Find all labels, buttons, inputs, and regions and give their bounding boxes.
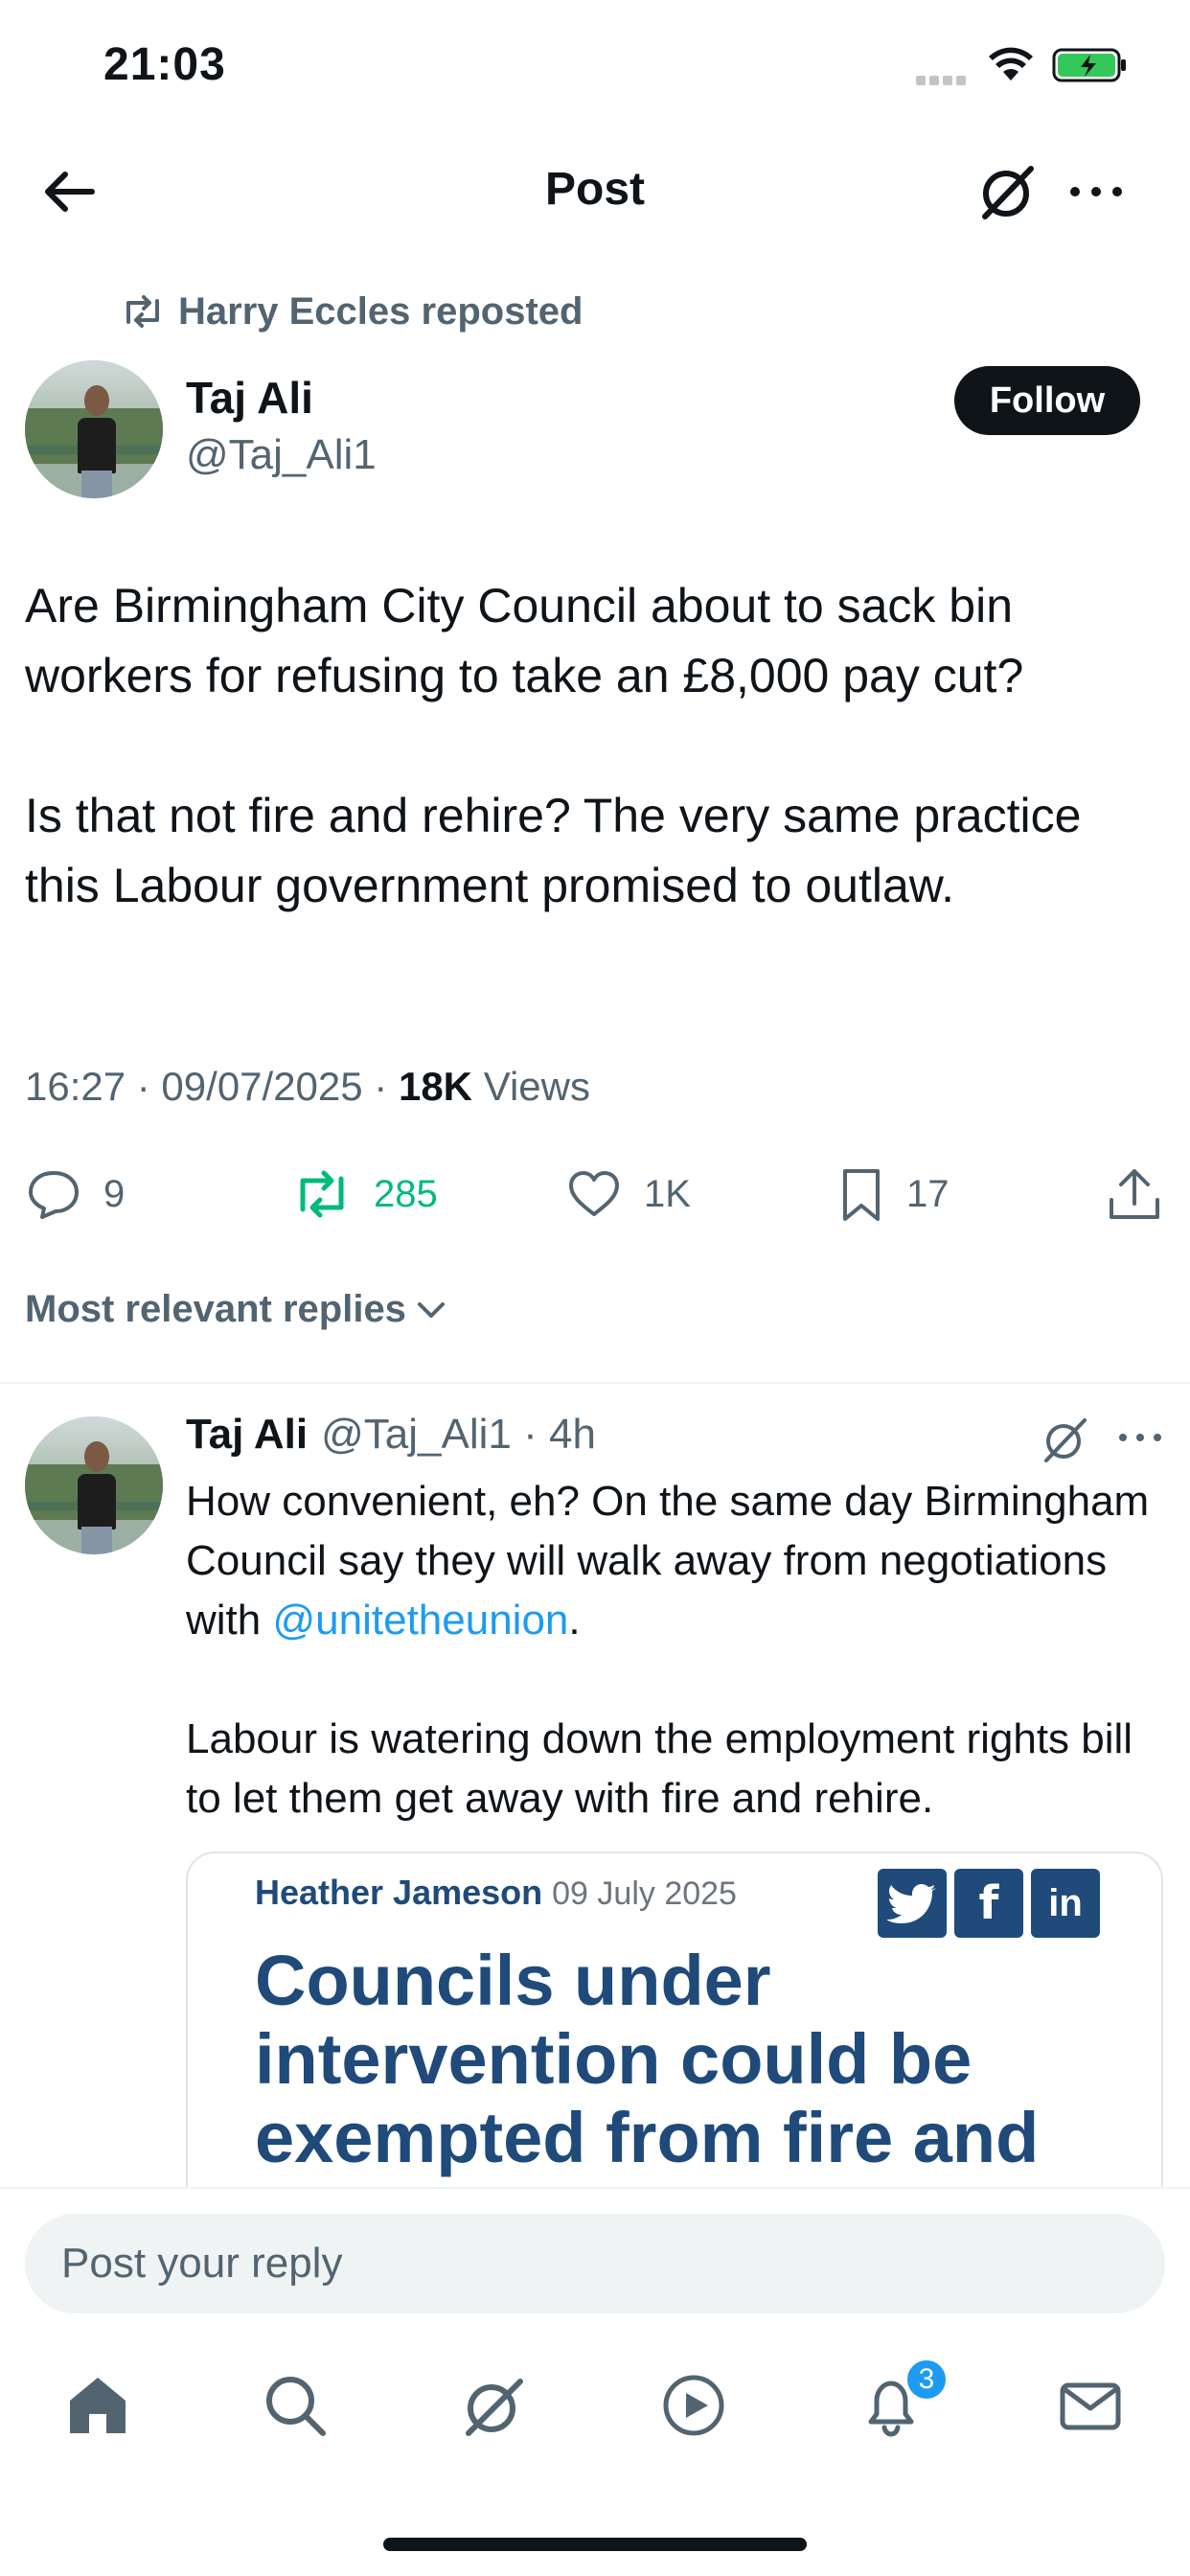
video-play-icon[interactable] [655,2367,732,2444]
reply-paragraph: Labour is watering down the employment r… [186,1715,1133,1822]
bottom-nav: 3 [0,2331,1190,2576]
reply-button[interactable]: 9 [25,1156,125,1232]
heart-icon [569,1171,619,1216]
bookmark-button[interactable]: 17 [837,1156,950,1232]
post-paragraph: Are Birmingham City Council about to sac… [25,579,1024,702]
reply-composer: Post your reply [0,2187,1190,2331]
more-options-icon[interactable] [1064,159,1131,224]
battery-icon [1052,46,1129,84]
grok-icon[interactable] [975,159,1041,224]
card-byline: Heather Jameson 09 July 2025 [255,1873,737,1913]
grok-icon[interactable] [1037,1411,1094,1468]
search-icon[interactable] [257,2367,333,2444]
share-icon [1110,1169,1159,1219]
reply-author-name[interactable]: Taj Ali [186,1411,308,1459]
views-count: 18K [398,1064,473,1109]
sort-replies-dropdown[interactable]: Most relevant replies [25,1288,448,1331]
reply-count: 9 [103,1172,126,1215]
card-date: 09 July 2025 [552,1875,737,1912]
post-timestamp: 16:27 · 09/07/2025 · [25,1064,399,1109]
repost-indicator[interactable]: Harry Eccles reposted [121,288,583,335]
top-bar: Post [0,134,1190,249]
post-text: Are Birmingham City Council about to sac… [25,571,1165,991]
author-name[interactable]: Taj Ali [186,372,313,424]
linkedin-icon: in [1031,1869,1100,1938]
facebook-icon: f [954,1869,1023,1938]
author-handle[interactable]: @Taj_Ali1 [186,431,377,479]
repost-count: 285 [374,1172,438,1215]
reply-text-segment: . [568,1597,581,1644]
like-count: 1K [644,1172,691,1215]
share-button[interactable] [1106,1156,1184,1232]
status-bar: 21:03 [0,0,1190,134]
avatar[interactable] [25,360,163,498]
reply-header: Taj Ali @Taj_Ali1 · 4h [186,1411,596,1459]
sort-label: Most relevant replies [25,1288,406,1330]
repost-button[interactable]: 285 [291,1156,438,1232]
reply-icon [29,1171,79,1219]
divider [0,1382,1190,1384]
status-time: 21:03 [103,39,226,90]
messages-envelope-icon[interactable] [1052,2367,1129,2444]
post-metadata: 16:27 · 09/07/2025 · 18K Views [25,1064,590,1110]
wifi-icon [987,46,1035,84]
action-bar: 9 285 1K 17 [0,1156,1190,1232]
reply-author-handle[interactable]: @Taj_Ali1 · 4h [321,1411,596,1459]
reply-text: How convenient, eh? On the same day Birm… [186,1472,1173,1888]
repost-icon [300,1170,344,1218]
home-icon[interactable] [59,2367,136,2444]
views-label: Views [472,1064,590,1109]
bookmark-count: 17 [906,1172,950,1215]
home-indicator [383,2538,807,2551]
twitter-icon [878,1869,947,1938]
grok-icon[interactable] [456,2367,533,2444]
follow-button[interactable]: Follow [954,366,1140,435]
reply-input[interactable]: Post your reply [25,2214,1165,2313]
chevron-down-icon [417,1301,445,1318]
signal-icon [916,73,973,85]
card-share-icons: f in [878,1869,1108,1938]
card-author: Heather Jameson [255,1873,543,1912]
notifications-badge: 3 [904,2358,949,2402]
post-paragraph: Is that not fire and rehire? The very sa… [25,789,1082,912]
reply-avatar[interactable] [25,1416,163,1554]
like-button[interactable]: 1K [565,1156,691,1232]
bookmark-icon [843,1169,880,1221]
repost-icon [126,295,159,328]
reply-paragraph: How convenient, eh? On the same day Birm… [186,1472,1173,1650]
more-options-icon[interactable] [1111,1418,1169,1457]
repost-text: Harry Eccles reposted [178,289,584,333]
mention-link[interactable]: @unitetheunion [272,1597,568,1644]
